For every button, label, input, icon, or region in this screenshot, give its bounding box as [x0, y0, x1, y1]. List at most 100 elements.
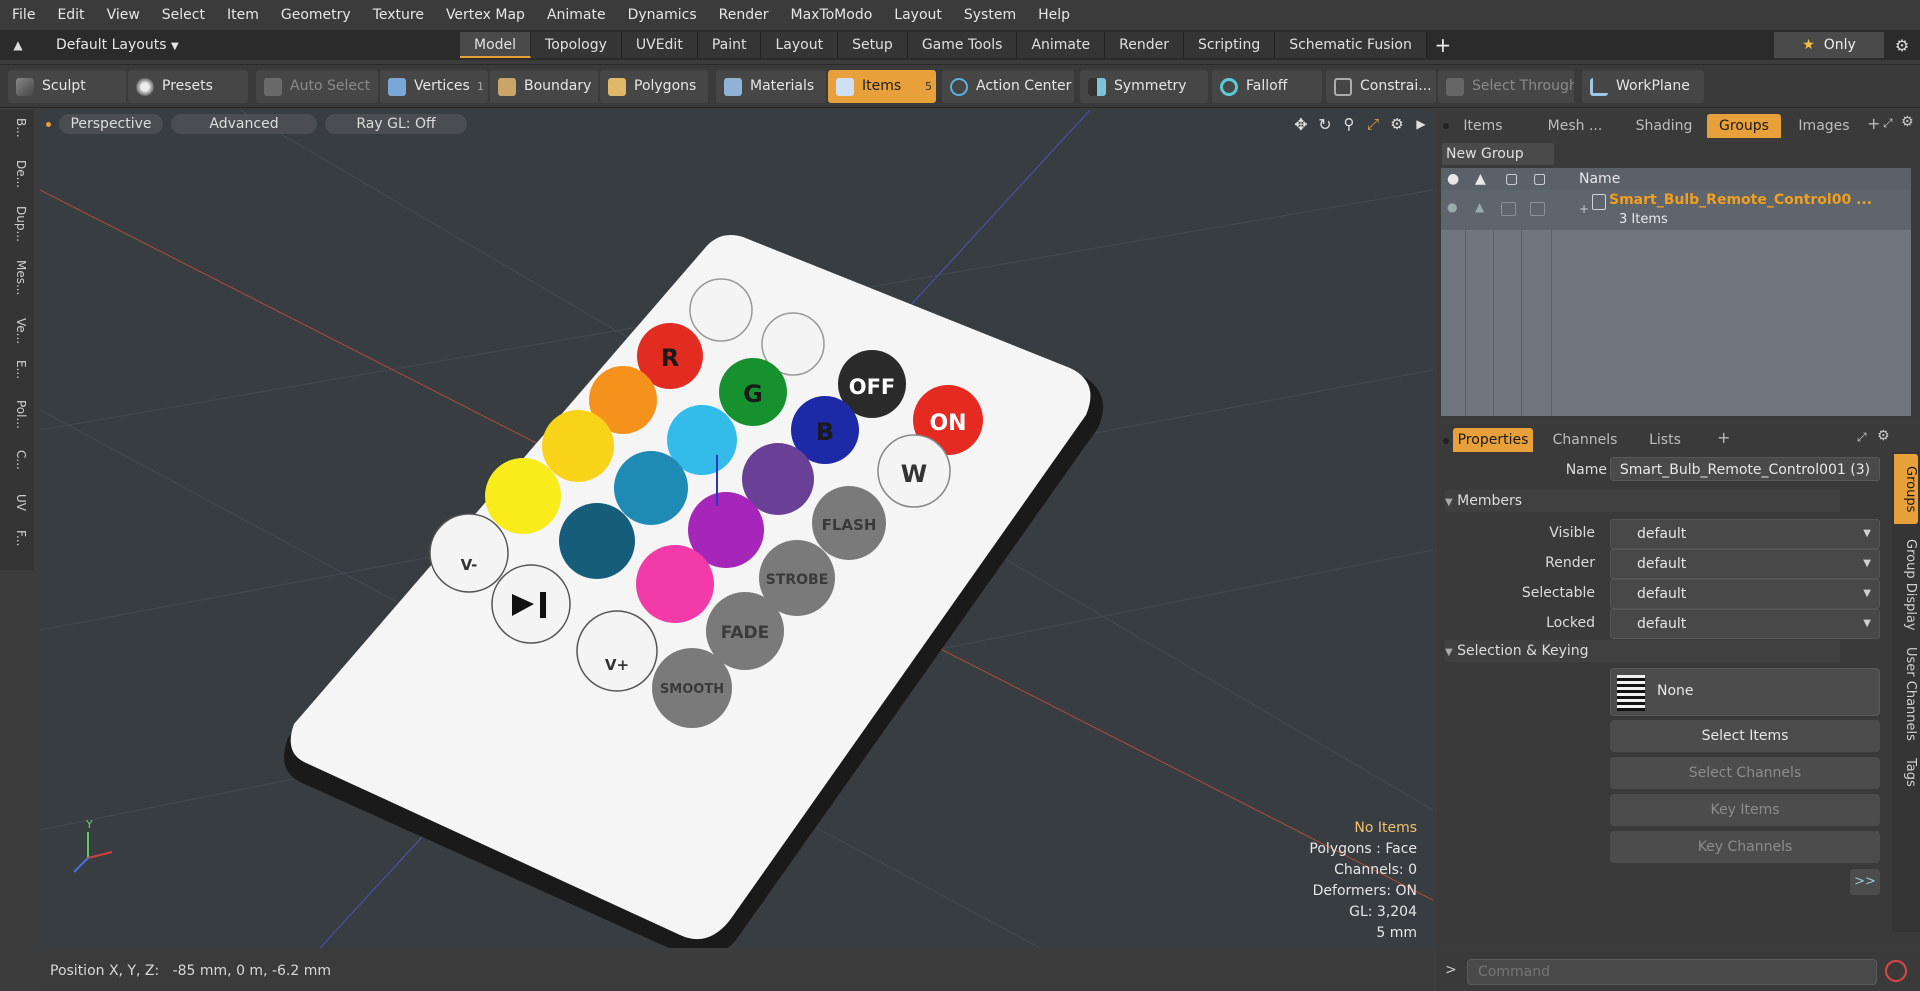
layouts-dropdown[interactable]: Default Layouts ▼: [36, 37, 460, 53]
more-button[interactable]: >>: [1850, 869, 1880, 895]
props-gear-icon[interactable]: ⚙: [1877, 428, 1890, 444]
boundary-button[interactable]: Boundary: [490, 70, 598, 103]
perspective-dropdown[interactable]: Perspective: [59, 114, 163, 134]
render-dropdown[interactable]: default ▼: [1610, 549, 1880, 579]
members-section[interactable]: ▼ Members: [1445, 490, 1840, 512]
advanced-dropdown[interactable]: Advanced: [171, 114, 317, 134]
row-render-icon[interactable]: ▲: [1475, 200, 1484, 214]
left-tab-6[interactable]: E...: [6, 360, 28, 379]
viewport-expand-icon[interactable]: ▶: [1409, 117, 1433, 131]
menu-dynamics[interactable]: Dynamics: [616, 0, 707, 30]
falloff-button[interactable]: Falloff: [1212, 70, 1322, 103]
menu-select[interactable]: Select: [150, 0, 215, 30]
tab-game-tools[interactable]: Game Tools: [907, 32, 1018, 58]
settings-gear-icon[interactable]: ⚙: [1884, 36, 1920, 55]
name-column-header[interactable]: Name: [1579, 168, 1620, 190]
left-tab-10[interactable]: F...: [6, 530, 28, 546]
selectable-dropdown[interactable]: default ▼: [1610, 579, 1880, 609]
add-tab-icon[interactable]: +: [1427, 33, 1459, 57]
visible-dropdown[interactable]: default ▼: [1610, 519, 1880, 549]
select-through-button[interactable]: Select Through: [1438, 70, 1574, 103]
record-icon[interactable]: [1885, 960, 1907, 982]
scene-maximize-icon[interactable]: ⤢: [1883, 116, 1893, 131]
tab-model[interactable]: Model: [460, 32, 532, 58]
tab-schematic-fusion[interactable]: Schematic Fusion: [1275, 32, 1427, 58]
left-tab-4[interactable]: Mes...: [6, 260, 28, 295]
left-tab-8[interactable]: C...: [6, 450, 28, 470]
select-channels-button[interactable]: Select Channels: [1610, 757, 1880, 789]
tab-paint[interactable]: Paint: [697, 32, 762, 58]
polygons-button[interactable]: Polygons: [600, 70, 708, 103]
maximize-icon[interactable]: ⤢: [1361, 115, 1385, 133]
tab-render[interactable]: Render: [1105, 32, 1184, 58]
row-select-checkbox[interactable]: [1530, 202, 1545, 216]
visibility-eye-icon[interactable]: ●: [1447, 168, 1459, 190]
left-tab-3[interactable]: Dup...: [6, 206, 28, 242]
row-lock-checkbox[interactable]: [1501, 202, 1516, 216]
tab-groups[interactable]: Groups: [1707, 114, 1781, 138]
side-tab-groups[interactable]: Groups: [1894, 454, 1918, 524]
none-button[interactable]: None: [1610, 668, 1880, 716]
tab-items[interactable]: Items: [1453, 114, 1513, 138]
items-button[interactable]: Items 5: [828, 70, 936, 103]
menu-vertex-map[interactable]: Vertex Map: [434, 0, 535, 30]
render-icon[interactable]: ▲: [1475, 168, 1486, 190]
side-tab-tags[interactable]: Tags: [1894, 752, 1918, 792]
tab-topology[interactable]: Topology: [531, 32, 622, 58]
group-row[interactable]: ● ▲ + Smart_Bulb_Remote_Control00 ... 3 …: [1441, 190, 1911, 230]
menu-file[interactable]: File: [0, 0, 45, 30]
left-tab-9[interactable]: UV: [6, 494, 28, 511]
props-maximize-icon[interactable]: ⤢: [1857, 430, 1867, 445]
name-field[interactable]: Smart_Bulb_Remote_Control001 (3): [1610, 457, 1880, 481]
scene-add-tab-icon[interactable]: +: [1867, 114, 1880, 133]
3d-viewport[interactable]: R G OFF ON B W FLASH STROBE V- FADE V+ S…: [40, 110, 1433, 948]
tab-channels[interactable]: Channels: [1547, 428, 1623, 452]
row-visibility-icon[interactable]: ●: [1447, 200, 1457, 214]
side-tab-user-channels[interactable]: User Channels: [1894, 644, 1918, 744]
left-tab-7[interactable]: Pol...: [6, 400, 28, 429]
new-group-button[interactable]: New Group: [1442, 143, 1554, 165]
collapse-arrow-icon[interactable]: ▲: [0, 38, 36, 52]
menu-layout[interactable]: Layout: [882, 0, 952, 30]
tab-mesh[interactable]: Mesh ...: [1539, 114, 1611, 138]
lock-cube-icon[interactable]: ▢: [1505, 168, 1518, 190]
tab-layout[interactable]: Layout: [761, 32, 839, 58]
symmetry-button[interactable]: Symmetry: [1080, 70, 1208, 103]
menu-animate[interactable]: Animate: [535, 0, 616, 30]
left-tab-1[interactable]: B...: [6, 118, 28, 138]
command-input[interactable]: [1467, 959, 1877, 985]
menu-item[interactable]: Item: [215, 0, 269, 30]
key-items-button[interactable]: Key Items: [1610, 794, 1880, 826]
menu-maxtomodo[interactable]: MaxToModo: [779, 0, 883, 30]
action-center-button[interactable]: Action Center: [942, 70, 1074, 103]
key-channels-button[interactable]: Key Channels: [1610, 831, 1880, 863]
tab-setup[interactable]: Setup: [838, 32, 908, 58]
left-tab-5[interactable]: Ve...: [6, 318, 28, 344]
side-tab-group-display[interactable]: Group Display: [1894, 532, 1918, 638]
presets-button[interactable]: Presets: [128, 70, 248, 103]
tab-images[interactable]: Images: [1785, 114, 1863, 138]
props-add-tab-icon[interactable]: +: [1717, 428, 1730, 447]
menu-help[interactable]: Help: [1026, 0, 1080, 30]
tab-lists[interactable]: Lists: [1637, 428, 1693, 452]
locked-dropdown[interactable]: default ▼: [1610, 609, 1880, 639]
tab-shading[interactable]: Shading: [1623, 114, 1705, 138]
materials-button[interactable]: Materials: [716, 70, 826, 103]
sculpt-button[interactable]: Sculpt: [8, 70, 126, 103]
menu-edit[interactable]: Edit: [45, 0, 94, 30]
left-tab-2[interactable]: De...: [6, 160, 28, 188]
select-cube-icon[interactable]: ▢: [1533, 168, 1546, 190]
only-toggle[interactable]: ★ Only: [1774, 32, 1884, 58]
tab-animate[interactable]: Animate: [1017, 32, 1106, 58]
expand-plus-icon[interactable]: +: [1579, 202, 1589, 216]
menu-view[interactable]: View: [95, 0, 150, 30]
menu-render[interactable]: Render: [707, 0, 779, 30]
auto-select-button[interactable]: Auto Select: [256, 70, 378, 103]
tab-uvedit[interactable]: UVEdit: [621, 32, 698, 58]
menu-system[interactable]: System: [952, 0, 1026, 30]
menu-geometry[interactable]: Geometry: [269, 0, 361, 30]
zoom-icon[interactable]: ⚲: [1337, 115, 1361, 133]
raygl-toggle[interactable]: Ray GL: Off: [325, 114, 467, 134]
selection-keying-section[interactable]: ▼ Selection & Keying: [1445, 640, 1840, 662]
menu-texture[interactable]: Texture: [361, 0, 434, 30]
